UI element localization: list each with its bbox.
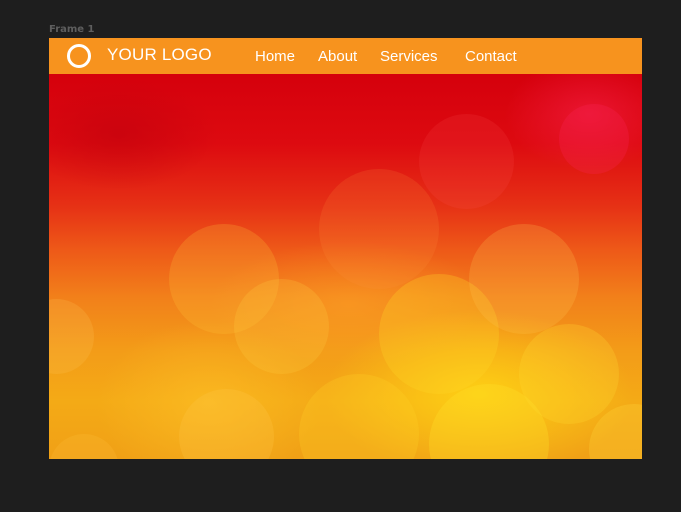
- nav-link-about[interactable]: About: [318, 48, 357, 66]
- hero-background-image: [49, 74, 642, 459]
- nav-link-home[interactable]: Home: [255, 48, 295, 66]
- nav-link-services[interactable]: Services: [380, 48, 438, 66]
- navbar: YOUR LOGO Home About Services Contact: [49, 38, 642, 74]
- frame-1[interactable]: YOUR LOGO Home About Services Contact: [49, 38, 642, 459]
- frame-label[interactable]: Frame 1: [49, 24, 95, 36]
- logo-text[interactable]: YOUR LOGO: [107, 45, 212, 65]
- hero-glow: [49, 74, 642, 459]
- ring-logo-icon[interactable]: [67, 44, 91, 68]
- nav-link-contact[interactable]: Contact: [465, 48, 517, 66]
